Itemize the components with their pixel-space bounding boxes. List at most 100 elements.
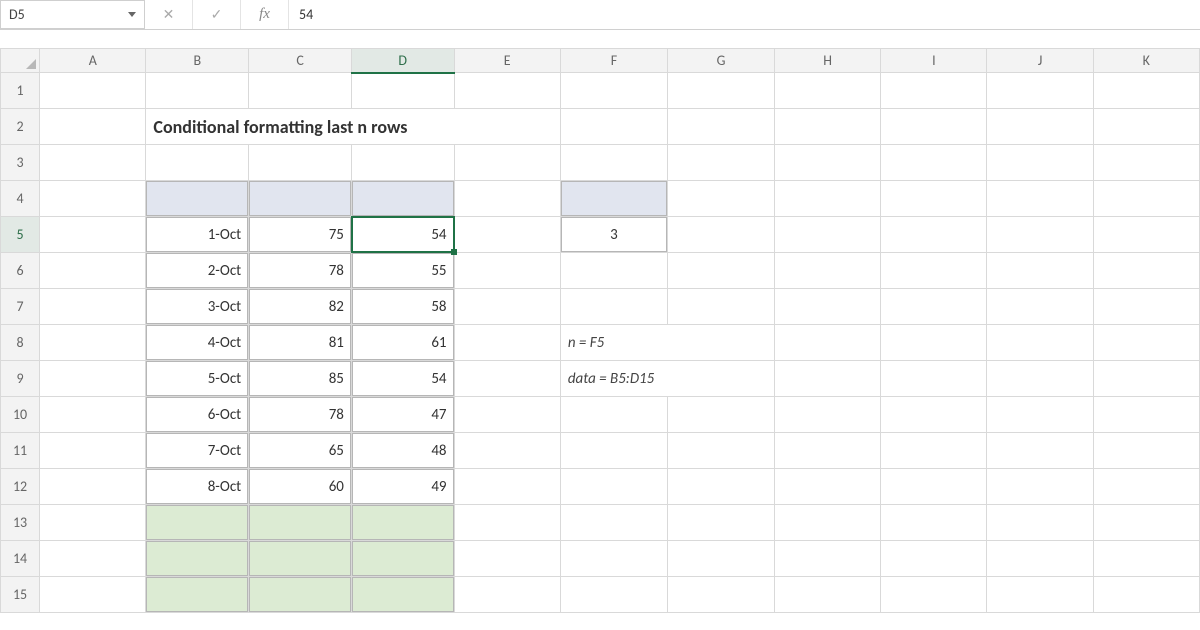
row-header-1[interactable]: 1 xyxy=(1,73,40,109)
cell[interactable]: 3-Oct xyxy=(146,289,249,325)
cell[interactable] xyxy=(774,541,880,577)
col-header-J[interactable]: J xyxy=(987,49,1093,73)
cell[interactable]: 7-Oct xyxy=(146,433,249,469)
formula-input[interactable]: 54 xyxy=(289,0,1200,29)
cell[interactable]: 85 xyxy=(249,361,352,397)
cell[interactable] xyxy=(987,73,1093,109)
cell[interactable]: 50 xyxy=(351,577,454,613)
cell[interactable]: 3 xyxy=(560,217,667,253)
row-header-4[interactable]: 4 xyxy=(1,181,40,217)
cell[interactable]: 82 xyxy=(249,289,352,325)
cell[interactable] xyxy=(454,253,560,289)
cell[interactable] xyxy=(454,217,560,253)
cell[interactable]: 78 xyxy=(249,397,352,433)
cell[interactable] xyxy=(774,109,880,145)
cell[interactable] xyxy=(560,577,667,613)
col-header-E[interactable]: E xyxy=(454,49,560,73)
cell[interactable] xyxy=(1093,181,1199,217)
cell[interactable] xyxy=(987,325,1093,361)
cell[interactable] xyxy=(454,325,560,361)
cell[interactable] xyxy=(668,577,775,613)
cell[interactable] xyxy=(987,505,1093,541)
table-header-date[interactable]: Date xyxy=(146,181,249,217)
col-header-G[interactable]: G xyxy=(668,49,775,73)
cell[interactable] xyxy=(249,73,352,109)
cell[interactable] xyxy=(454,145,560,181)
table-header-n[interactable]: N xyxy=(560,181,667,217)
col-header-D[interactable]: D xyxy=(351,49,454,73)
cell[interactable] xyxy=(560,145,667,181)
cell[interactable] xyxy=(881,577,987,613)
cell[interactable]: 78 xyxy=(249,253,352,289)
table-header-low[interactable]: Low xyxy=(351,181,454,217)
col-header-H[interactable]: H xyxy=(774,49,880,73)
table-header-high[interactable]: High xyxy=(249,181,352,217)
cell[interactable] xyxy=(881,433,987,469)
cell[interactable] xyxy=(987,469,1093,505)
row-header-8[interactable]: 8 xyxy=(1,325,40,361)
cell[interactable] xyxy=(668,253,775,289)
cell[interactable]: 65 xyxy=(249,433,352,469)
cell[interactable] xyxy=(668,469,775,505)
cell[interactable] xyxy=(454,505,560,541)
cell[interactable] xyxy=(1093,289,1199,325)
cell[interactable] xyxy=(1093,361,1199,397)
cell[interactable] xyxy=(560,109,667,145)
cell[interactable] xyxy=(40,145,146,181)
cell[interactable] xyxy=(668,181,775,217)
cell[interactable] xyxy=(774,325,880,361)
cell[interactable] xyxy=(146,145,249,181)
cell[interactable] xyxy=(40,289,146,325)
cell[interactable] xyxy=(1093,469,1199,505)
cell[interactable] xyxy=(668,433,775,469)
cell[interactable] xyxy=(560,469,667,505)
cell[interactable] xyxy=(40,469,146,505)
cell-selected[interactable]: 54 xyxy=(351,217,454,253)
cell[interactable] xyxy=(881,217,987,253)
name-box[interactable]: D5 xyxy=(0,0,145,29)
cell[interactable] xyxy=(146,73,249,109)
grid[interactable]: A B C D E F G H I J K 1 2 Conditional fo… xyxy=(0,48,1200,613)
cell[interactable] xyxy=(454,397,560,433)
cell[interactable] xyxy=(1093,73,1199,109)
cell[interactable] xyxy=(987,109,1093,145)
cell[interactable]: 72 xyxy=(249,577,352,613)
cell[interactable] xyxy=(987,217,1093,253)
row-header-6[interactable]: 6 xyxy=(1,253,40,289)
row-header-5[interactable]: 5 xyxy=(1,217,40,253)
cell[interactable] xyxy=(454,433,560,469)
cell[interactable]: 1-Oct xyxy=(146,217,249,253)
cell[interactable] xyxy=(668,109,775,145)
insert-function-button[interactable]: fx xyxy=(241,0,289,29)
cell[interactable] xyxy=(40,217,146,253)
cell[interactable] xyxy=(881,145,987,181)
cell[interactable]: 48 xyxy=(351,433,454,469)
note-line[interactable]: n = F5 xyxy=(560,325,774,361)
row-header-11[interactable]: 11 xyxy=(1,433,40,469)
cell[interactable] xyxy=(249,145,352,181)
cell[interactable] xyxy=(40,181,146,217)
cell[interactable] xyxy=(1093,577,1199,613)
cell[interactable] xyxy=(40,325,146,361)
cell[interactable] xyxy=(1093,433,1199,469)
row-header-15[interactable]: 15 xyxy=(1,577,40,613)
row-header-2[interactable]: 2 xyxy=(1,109,40,145)
row-header-7[interactable]: 7 xyxy=(1,289,40,325)
cell[interactable] xyxy=(560,433,667,469)
cell[interactable] xyxy=(987,397,1093,433)
cell[interactable] xyxy=(1093,217,1199,253)
cell[interactable] xyxy=(560,541,667,577)
cell[interactable] xyxy=(454,289,560,325)
cell[interactable] xyxy=(560,505,667,541)
cell[interactable] xyxy=(668,541,775,577)
cell[interactable] xyxy=(560,289,667,325)
cell[interactable] xyxy=(774,505,880,541)
cell[interactable]: 75 xyxy=(249,217,352,253)
cell[interactable]: 47 xyxy=(351,397,454,433)
col-header-B[interactable]: B xyxy=(146,49,249,73)
row-header-13[interactable]: 13 xyxy=(1,505,40,541)
cell[interactable] xyxy=(774,181,880,217)
cell[interactable] xyxy=(668,73,775,109)
cell[interactable] xyxy=(40,73,146,109)
select-all-corner[interactable] xyxy=(1,49,40,73)
